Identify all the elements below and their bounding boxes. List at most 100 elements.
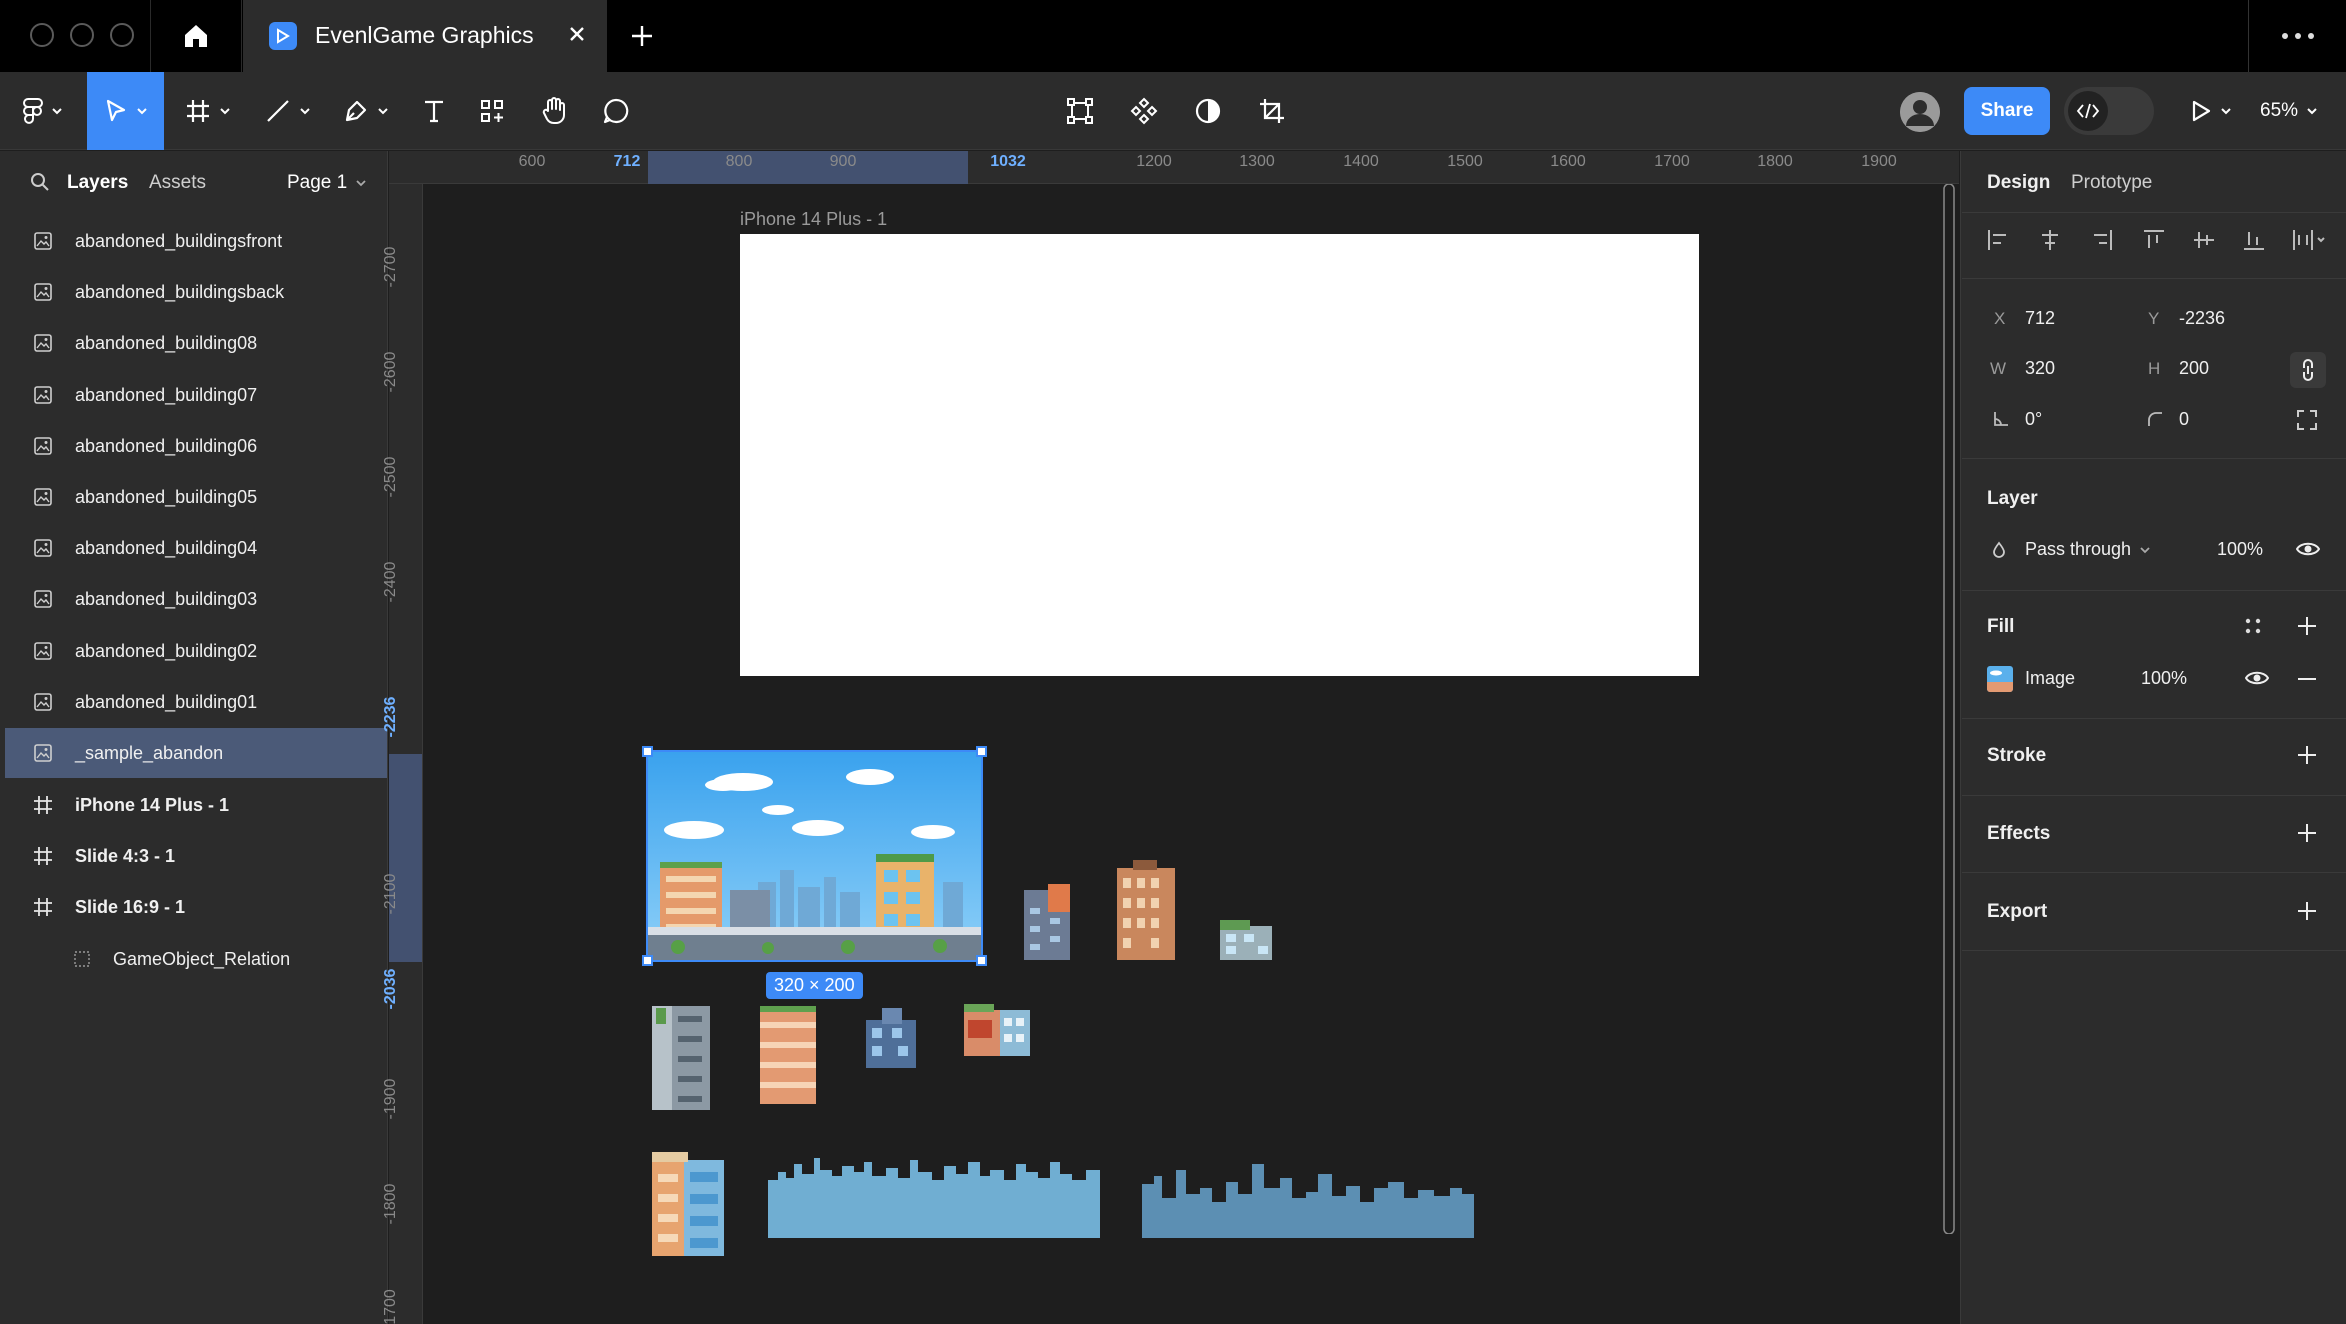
window-maximize-dot[interactable] xyxy=(110,23,134,47)
fill-opacity-input[interactable]: 100% xyxy=(2141,668,2187,689)
building-sprite-tall-brown[interactable] xyxy=(1113,860,1179,960)
layer-opacity-input[interactable]: 100% xyxy=(2217,539,2263,560)
add-stroke-button[interactable] xyxy=(2296,744,2318,766)
building-sprite-orange-tiered[interactable] xyxy=(754,1004,820,1104)
w-input[interactable]: 320 xyxy=(2025,358,2055,379)
layer-visibility-button[interactable] xyxy=(2296,540,2320,558)
fill-image-thumbnail[interactable] xyxy=(1987,666,2013,692)
independent-corners-button[interactable] xyxy=(2296,409,2318,431)
frame-label[interactable]: iPhone 14 Plus - 1 xyxy=(740,209,887,230)
layer-row[interactable]: abandoned_building06 xyxy=(5,421,387,471)
align-right-button[interactable] xyxy=(2090,228,2114,252)
contrast-tool-button[interactable] xyxy=(1182,72,1234,150)
window-minimize-dot[interactable] xyxy=(70,23,94,47)
building-sprite-grey[interactable] xyxy=(1020,878,1074,960)
close-tab-icon[interactable] xyxy=(567,24,587,44)
resize-handle-top-left[interactable] xyxy=(642,746,653,757)
present-button[interactable] xyxy=(2186,72,2236,150)
layer-row[interactable]: abandoned_building07 xyxy=(5,370,387,420)
pen-tool-button[interactable] xyxy=(334,72,398,150)
more-menu-button[interactable] xyxy=(2248,0,2346,72)
blend-mode-dropdown[interactable]: Pass through xyxy=(2025,539,2151,560)
comment-tool-button[interactable] xyxy=(590,72,642,150)
move-tool-button[interactable] xyxy=(87,72,164,150)
layer-row[interactable]: GameObject_Relation xyxy=(5,934,387,984)
canvas-vertical-scrollbar[interactable] xyxy=(1942,184,1956,1234)
resize-handle-bottom-right[interactable] xyxy=(976,955,987,966)
layer-row[interactable]: abandoned_building08 xyxy=(5,318,387,368)
frame-tool-button[interactable] xyxy=(176,72,240,150)
resize-handle-top-right[interactable] xyxy=(976,746,987,757)
home-button[interactable] xyxy=(150,0,242,72)
align-horizontal-center-button[interactable] xyxy=(2038,228,2062,252)
y-label: Y xyxy=(2148,309,2160,328)
file-tab[interactable]: EvenlGame Graphics xyxy=(243,0,607,72)
layer-row[interactable]: abandoned_building02 xyxy=(5,626,387,676)
skyline-silhouette-back[interactable] xyxy=(1142,1158,1474,1238)
tab-assets[interactable]: Assets xyxy=(149,172,206,194)
new-tab-button[interactable] xyxy=(628,22,656,50)
align-vertical-center-button[interactable] xyxy=(2192,228,2216,252)
ruler-left-tick: -2700 xyxy=(382,246,399,288)
resize-handle-bottom-left[interactable] xyxy=(642,955,653,966)
corner-radius-input[interactable]: 0 xyxy=(2179,409,2189,430)
dev-mode-toggle[interactable] xyxy=(2064,87,2154,135)
search-layers-button[interactable] xyxy=(30,172,50,192)
hand-tool-button[interactable] xyxy=(528,72,580,150)
layer-row[interactable]: abandoned_building04 xyxy=(5,523,387,573)
constrain-proportions-button[interactable] xyxy=(2290,352,2326,388)
tab-layers[interactable]: Layers xyxy=(67,172,128,194)
resources-tool-button[interactable] xyxy=(466,72,518,150)
layer-row[interactable]: Slide 4:3 - 1 xyxy=(5,831,387,881)
divider xyxy=(1962,458,2346,459)
rotation-input[interactable]: 0° xyxy=(2025,409,2042,430)
layer-row[interactable]: abandoned_building03 xyxy=(5,574,387,624)
shape-tool-button[interactable] xyxy=(256,72,320,150)
h-input[interactable]: 200 xyxy=(2179,358,2209,379)
layer-row[interactable]: abandoned_building05 xyxy=(5,472,387,522)
fill-visibility-button[interactable] xyxy=(2245,669,2269,687)
fill-type-label[interactable]: Image xyxy=(2025,668,2075,689)
y-input[interactable]: -2236 xyxy=(2179,308,2225,329)
add-effect-button[interactable] xyxy=(2296,822,2318,844)
align-left-button[interactable] xyxy=(1986,228,2010,252)
layer-row[interactable]: abandoned_building01 xyxy=(5,677,387,727)
tab-design[interactable]: Design xyxy=(1987,172,2050,194)
fill-styles-button[interactable] xyxy=(2244,617,2262,635)
building-sprite-grey-tall[interactable] xyxy=(648,1002,714,1110)
selected-image-sample-abandon[interactable] xyxy=(642,746,987,966)
layer-row[interactable]: abandoned_buildingsback xyxy=(5,267,387,317)
file-title: EvenlGame Graphics xyxy=(315,22,534,48)
text-tool-button[interactable] xyxy=(408,72,460,150)
tab-prototype[interactable]: Prototype xyxy=(2071,172,2152,194)
building-sprite-apartment[interactable] xyxy=(648,1150,728,1256)
x-input[interactable]: 712 xyxy=(2025,308,2055,329)
skyline-silhouette-front[interactable] xyxy=(768,1150,1100,1238)
share-button[interactable]: Share xyxy=(1964,87,2050,135)
user-avatar[interactable] xyxy=(1900,92,1940,132)
zoom-dropdown[interactable]: 65% xyxy=(2260,100,2318,122)
building-sprite-blue-ruin[interactable] xyxy=(862,1006,920,1068)
layer-row[interactable]: abandoned_buildingsfront xyxy=(5,216,387,266)
transform-tool-button[interactable] xyxy=(1054,72,1106,150)
align-center-icon xyxy=(2042,230,2058,250)
layer-name: abandoned_building04 xyxy=(75,537,258,558)
distribute-button[interactable] xyxy=(2292,228,2328,252)
crop-tool-button[interactable] xyxy=(1246,72,1298,150)
remove-fill-button[interactable] xyxy=(2296,668,2318,690)
add-fill-button[interactable] xyxy=(2296,615,2318,637)
main-menu-button[interactable] xyxy=(14,72,72,150)
iphone-frame[interactable] xyxy=(740,234,1699,676)
layer-row[interactable]: Slide 16:9 - 1 xyxy=(5,882,387,932)
align-top-button[interactable] xyxy=(2142,228,2166,252)
building-sprite-small[interactable] xyxy=(1218,912,1274,960)
layer-row[interactable]: iPhone 14 Plus - 1 xyxy=(5,780,387,830)
layer-row[interactable]: _sample_abandon xyxy=(5,728,387,778)
building-sprite-shop[interactable] xyxy=(960,1000,1034,1056)
add-export-button[interactable] xyxy=(2296,900,2318,922)
ruler-top-tick: 1700 xyxy=(1654,153,1690,170)
align-bottom-button[interactable] xyxy=(2242,228,2266,252)
component-tool-button[interactable] xyxy=(1118,72,1170,150)
page-selector[interactable]: Page 1 xyxy=(287,172,367,194)
window-close-dot[interactable] xyxy=(30,23,54,47)
